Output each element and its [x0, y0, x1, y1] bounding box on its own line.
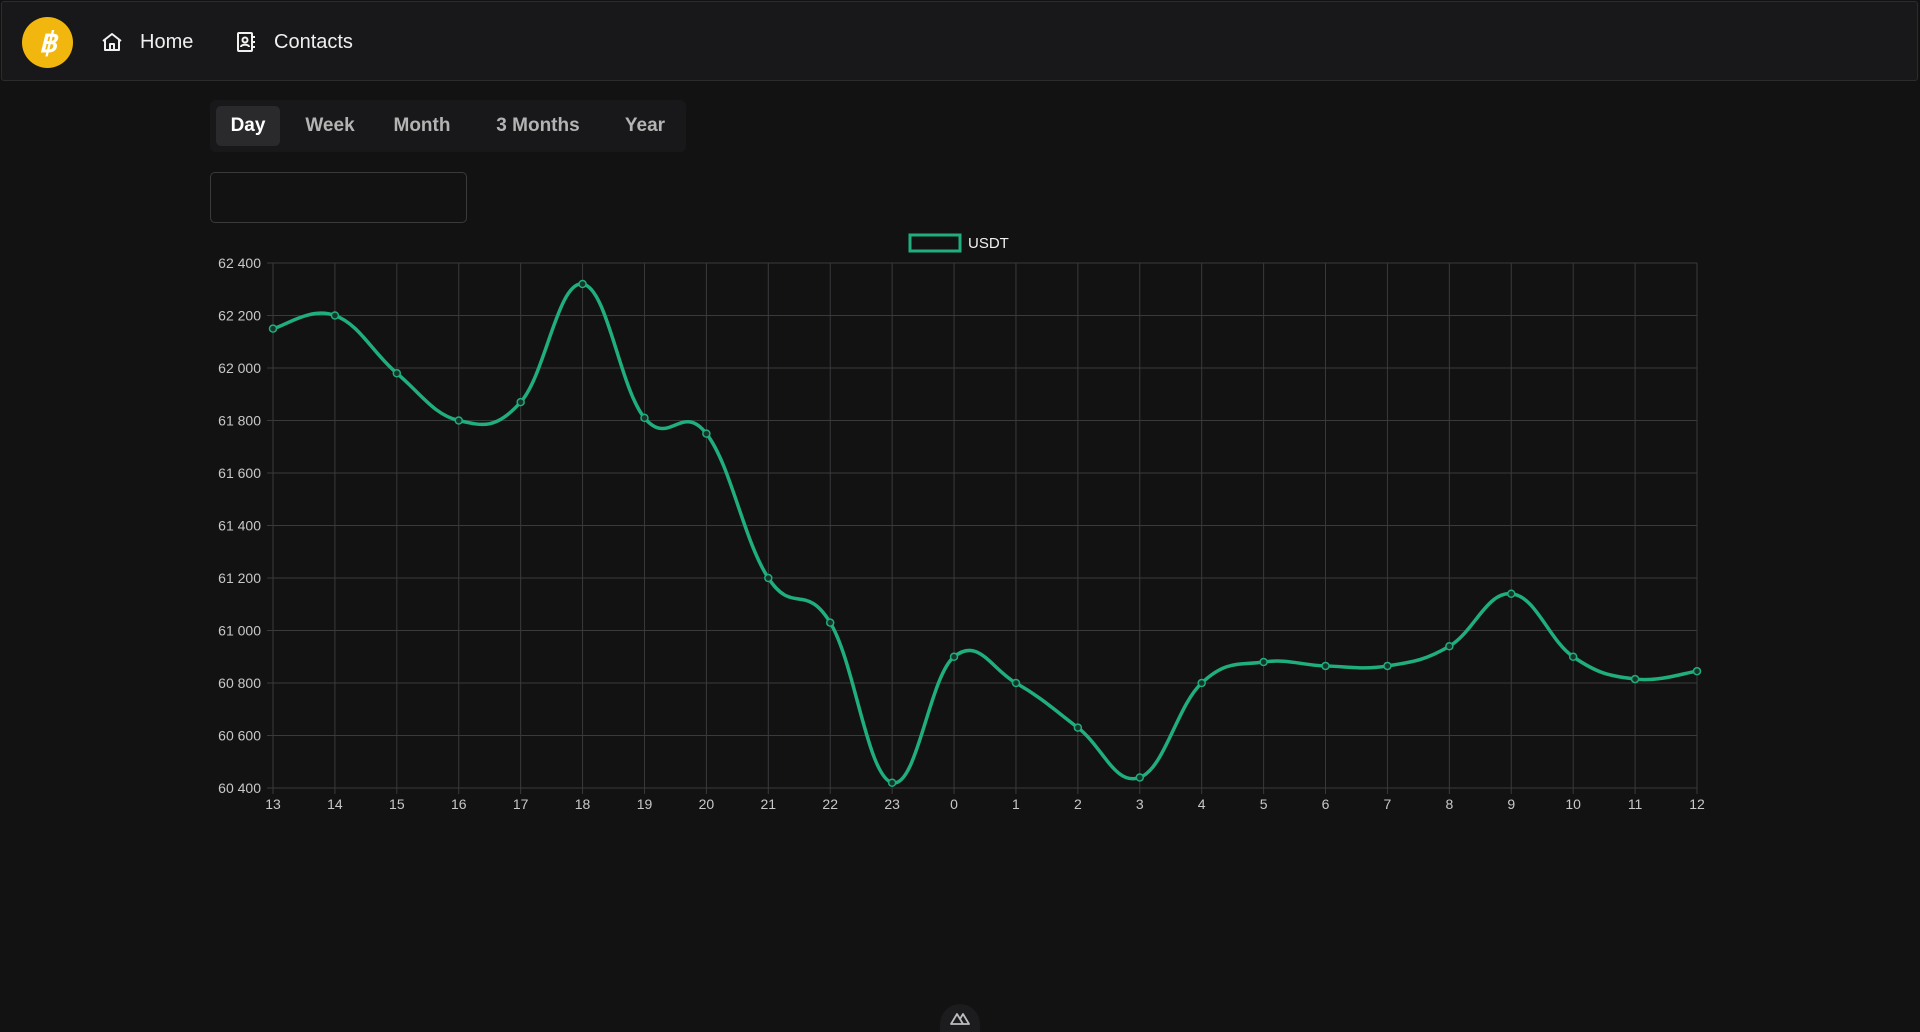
y-tick-label: 61 400 — [218, 518, 261, 534]
y-tick-label: 61 800 — [218, 413, 261, 429]
x-tick-label: 0 — [950, 796, 958, 812]
data-point — [825, 618, 835, 627]
y-tick-label: 60 800 — [218, 675, 261, 691]
data-point — [392, 369, 402, 378]
y-tick-label: 62 000 — [218, 360, 261, 376]
data-point — [1507, 589, 1516, 598]
chart-axes: 13 14 15 16 17 18 19 20 21 22 23 0 1 2 3 4 5 6 7 8 9 10 11 1262… — [218, 255, 1705, 812]
x-tick-label: 8 — [1445, 796, 1453, 812]
data-point — [887, 778, 897, 787]
data-point — [1073, 723, 1083, 732]
x-tick-label: 22 — [822, 796, 838, 812]
data-point — [268, 324, 278, 333]
data-point — [764, 573, 773, 583]
x-tick-label: 21 — [761, 796, 777, 812]
x-tick-label: 11 — [1628, 796, 1643, 812]
x-tick-label: 23 — [884, 796, 900, 812]
data-point — [1321, 661, 1330, 671]
chart-series-usdt — [268, 279, 1702, 787]
x-tick-label: 17 — [513, 796, 529, 812]
data-point — [1259, 657, 1268, 667]
y-tick-label: 62 200 — [218, 308, 261, 324]
data-point — [702, 429, 711, 438]
x-tick-label: 5 — [1260, 796, 1268, 812]
data-point — [1568, 652, 1578, 661]
data-point — [330, 311, 340, 320]
y-tick-label: 61 600 — [218, 465, 261, 481]
data-point — [1445, 642, 1454, 651]
x-tick-label: 9 — [1507, 796, 1515, 812]
data-point — [454, 416, 463, 425]
x-tick-label: 15 — [389, 796, 405, 812]
x-tick-label: 20 — [699, 796, 715, 812]
x-tick-label: 18 — [575, 796, 591, 812]
data-point — [949, 652, 959, 661]
series-line-usdt — [271, 282, 1699, 785]
legend-label: USDT — [968, 235, 1009, 252]
x-tick-label: 13 — [265, 796, 281, 812]
data-point — [1692, 666, 1702, 676]
x-tick-label: 12 — [1689, 796, 1705, 812]
x-tick-label: 2 — [1074, 796, 1082, 812]
x-tick-label: 1 — [1012, 796, 1020, 812]
data-point — [1011, 678, 1021, 688]
data-point — [640, 413, 649, 423]
y-tick-label: 61 200 — [218, 570, 261, 586]
x-tick-label: 10 — [1565, 796, 1581, 812]
data-point — [1383, 661, 1392, 671]
x-tick-label: 16 — [451, 796, 467, 812]
x-tick-label: 4 — [1198, 796, 1206, 812]
chart-legend: USDT — [908, 233, 1009, 253]
data-point — [1630, 674, 1640, 684]
data-point — [516, 397, 525, 407]
y-tick-label: 60 400 — [218, 780, 261, 796]
x-tick-label: 14 — [327, 796, 343, 812]
legend-swatch — [908, 233, 962, 253]
data-point — [1197, 678, 1206, 688]
x-tick-label: 19 — [637, 796, 653, 812]
x-tick-label: 6 — [1322, 796, 1330, 812]
y-tick-label: 60 600 — [218, 728, 261, 744]
data-point — [578, 279, 587, 289]
data-point — [1135, 773, 1145, 782]
x-tick-label: 7 — [1384, 796, 1392, 812]
y-tick-label: 62 400 — [218, 255, 261, 271]
x-tick-label: 3 — [1136, 796, 1144, 812]
price-chart: 13 14 15 16 17 18 19 20 21 22 23 0 1 2 3 4 5 6 7 8 9 10 11 1262… — [218, 233, 1705, 812]
chart-grid — [267, 262, 1698, 794]
y-tick-label: 61 000 — [218, 623, 261, 639]
